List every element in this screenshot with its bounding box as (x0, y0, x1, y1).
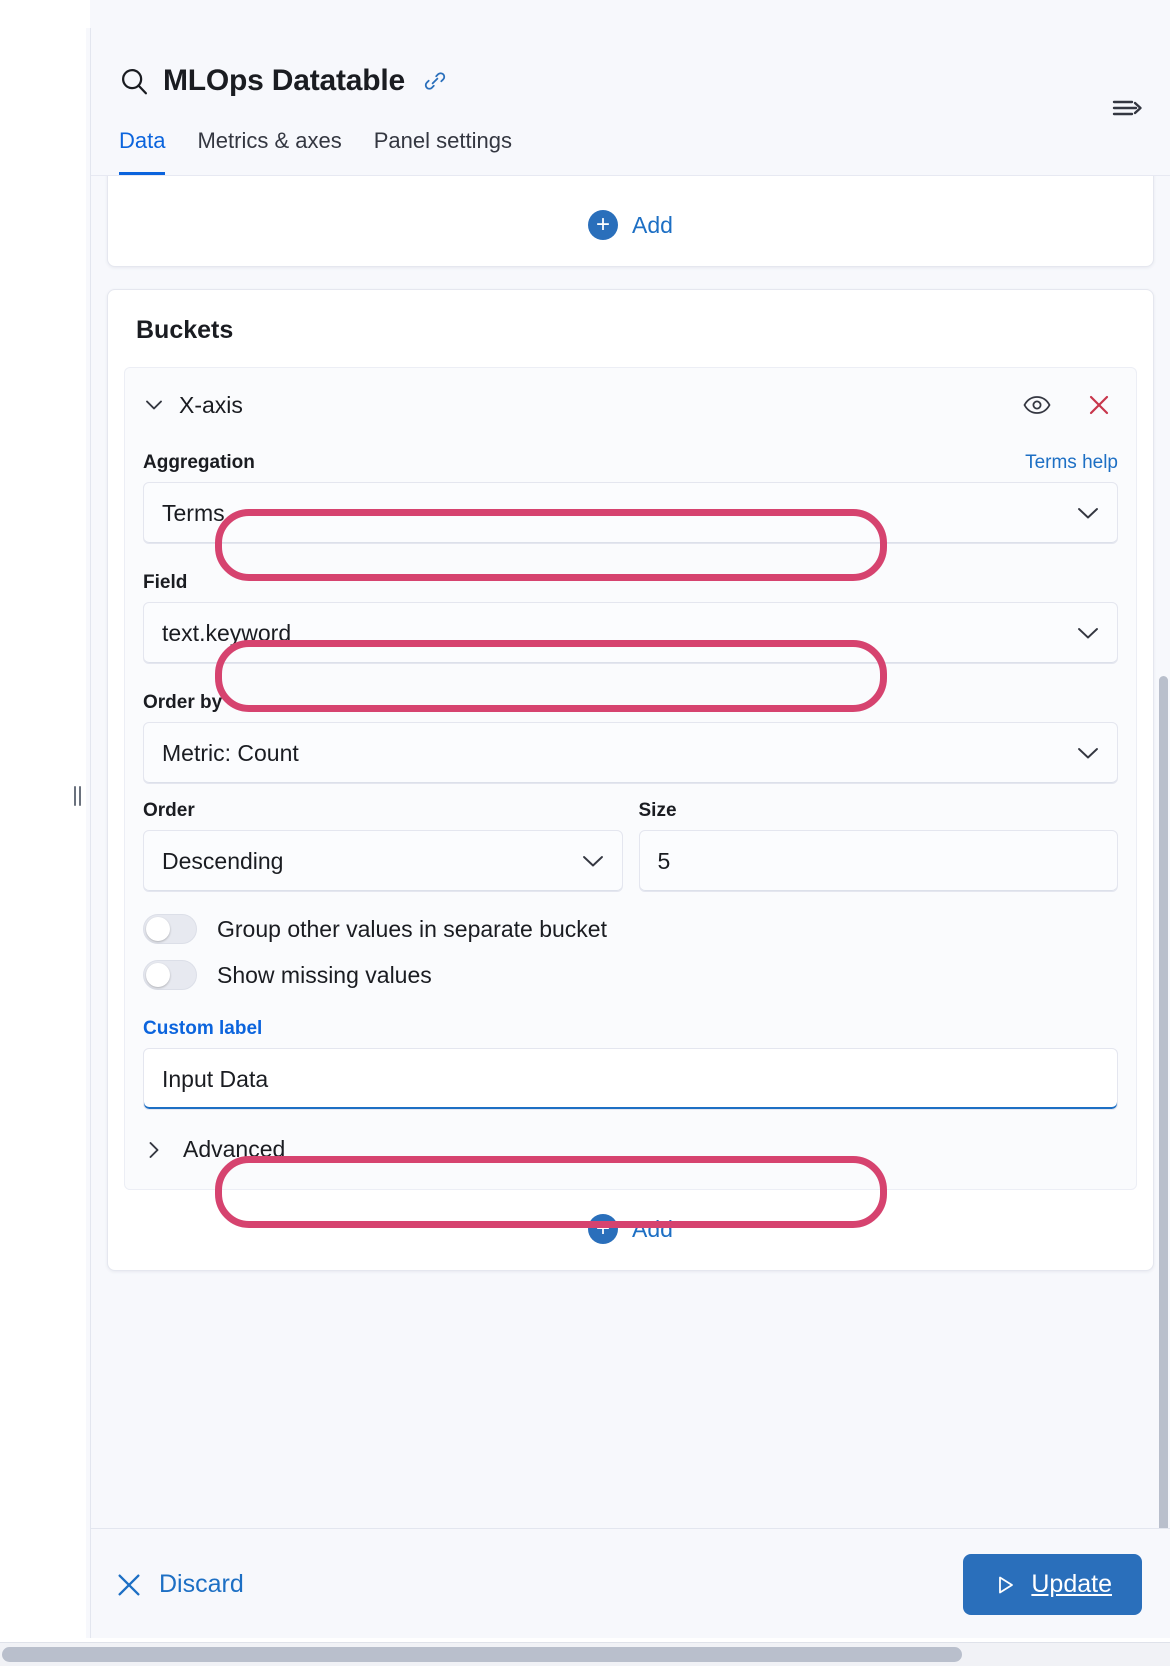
metrics-add-label: Add (632, 212, 673, 239)
order-value: Descending (162, 848, 283, 875)
field-label: Field (143, 572, 187, 594)
show-missing-values-toggle-row[interactable]: Show missing values (125, 944, 1136, 990)
chevron-down-icon (582, 854, 604, 868)
collapse-panel-icon[interactable] (1112, 96, 1146, 120)
field-value: text.keyword (162, 620, 291, 647)
visualization-editor-flyout: MLOps Datatable Data Metrics & axes Pane… (90, 28, 1170, 1640)
order-by-value: Metric: Count (162, 740, 299, 767)
order-by-label: Order by (143, 692, 222, 714)
aggregation-select[interactable]: Terms (143, 482, 1118, 544)
advanced-accordion[interactable]: Advanced (125, 1110, 1136, 1167)
bucket-label: X-axis (179, 392, 1008, 419)
remove-bucket-icon[interactable] (1084, 390, 1114, 420)
eye-icon[interactable] (1022, 390, 1052, 420)
page-left-gutter (0, 0, 90, 1666)
metrics-card: + Add (107, 175, 1154, 267)
link-icon[interactable] (423, 69, 447, 93)
order-label: Order (143, 800, 195, 821)
tab-panel-settings[interactable]: Panel settings (374, 124, 512, 175)
tab-metrics-and-axes[interactable]: Metrics & axes (197, 124, 341, 175)
order-by-label-row: Order by (143, 692, 1118, 714)
plus-icon: + (588, 210, 618, 240)
buckets-card: Buckets X-axis (107, 289, 1154, 1271)
horizontal-scrollbar-thumb[interactable] (2, 1647, 962, 1662)
group-other-values-label: Group other values in separate bucket (217, 916, 607, 943)
custom-label-group: Custom label Input Data (125, 990, 1136, 1110)
order-size-inputs: Descending 5 (125, 830, 1136, 892)
bucket-header: X-axis (125, 368, 1136, 434)
terms-help-link[interactable]: Terms help (1025, 452, 1118, 474)
group-other-values-toggle-row[interactable]: Group other values in separate bucket (125, 892, 1136, 944)
size-value: 5 (658, 848, 671, 875)
search-icon (119, 66, 149, 96)
tab-data[interactable]: Data (119, 124, 165, 175)
panel-resize-handle[interactable] (70, 782, 84, 810)
aggregation-label-row: Aggregation Terms help (143, 452, 1118, 474)
chevron-right-icon (143, 1139, 165, 1161)
buckets-add-label: Add (632, 1216, 673, 1243)
plus-icon: + (588, 1214, 618, 1244)
page-top-strip (0, 0, 1170, 28)
update-button[interactable]: Update (963, 1554, 1142, 1615)
group-other-values-toggle[interactable] (143, 914, 197, 944)
aggregation-label: Aggregation (143, 452, 255, 474)
title-row: MLOps Datatable (119, 64, 1142, 98)
show-missing-values-label: Show missing values (217, 962, 432, 989)
chevron-down-icon (1077, 626, 1099, 640)
aggregation-group: Aggregation Terms help Terms (125, 434, 1136, 544)
size-label: Size (639, 800, 677, 821)
buckets-add-button[interactable]: + Add (108, 1190, 1153, 1270)
metrics-add-button[interactable]: + Add (108, 186, 1153, 266)
order-by-group: Order by Metric: Count (125, 664, 1136, 784)
page-title: MLOps Datatable (163, 64, 405, 98)
editor-footer: Discard Update (91, 1528, 1170, 1640)
order-by-select[interactable]: Metric: Count (143, 722, 1118, 784)
chevron-down-icon[interactable] (143, 394, 165, 416)
show-missing-values-toggle[interactable] (143, 960, 197, 990)
editor-scroll-body: + Add Buckets X-axis (91, 175, 1170, 1528)
discard-button[interactable]: Discard (115, 1570, 244, 1599)
editor-tabs: Data Metrics & axes Panel settings (91, 98, 1170, 175)
field-select[interactable]: text.keyword (143, 602, 1118, 664)
order-size-labels: Order Size (125, 800, 1136, 822)
custom-label-label-row: Custom label (143, 1018, 1118, 1040)
play-triangle-icon (993, 1573, 1017, 1597)
size-input[interactable]: 5 (639, 830, 1119, 892)
custom-label-value: Input Data (162, 1066, 268, 1093)
custom-label-input[interactable]: Input Data (143, 1048, 1118, 1110)
field-group: Field text.keyword (125, 544, 1136, 664)
bucket-x-axis: X-axis (124, 367, 1137, 1190)
vertical-scrollbar-thumb[interactable] (1159, 676, 1168, 1528)
chevron-down-icon (1077, 506, 1099, 520)
field-label-row: Field (143, 572, 1118, 594)
buckets-title: Buckets (108, 290, 1153, 367)
flyout-header: MLOps Datatable (91, 28, 1170, 98)
chevron-down-icon (1077, 746, 1099, 760)
close-x-icon (115, 1571, 143, 1599)
custom-label-label: Custom label (143, 1018, 262, 1040)
discard-label: Discard (159, 1570, 244, 1599)
advanced-label: Advanced (183, 1136, 285, 1163)
aggregation-value: Terms (162, 500, 225, 527)
editor-content: + Add Buckets X-axis (91, 176, 1170, 1293)
update-label: Update (1031, 1570, 1112, 1599)
order-select[interactable]: Descending (143, 830, 623, 892)
